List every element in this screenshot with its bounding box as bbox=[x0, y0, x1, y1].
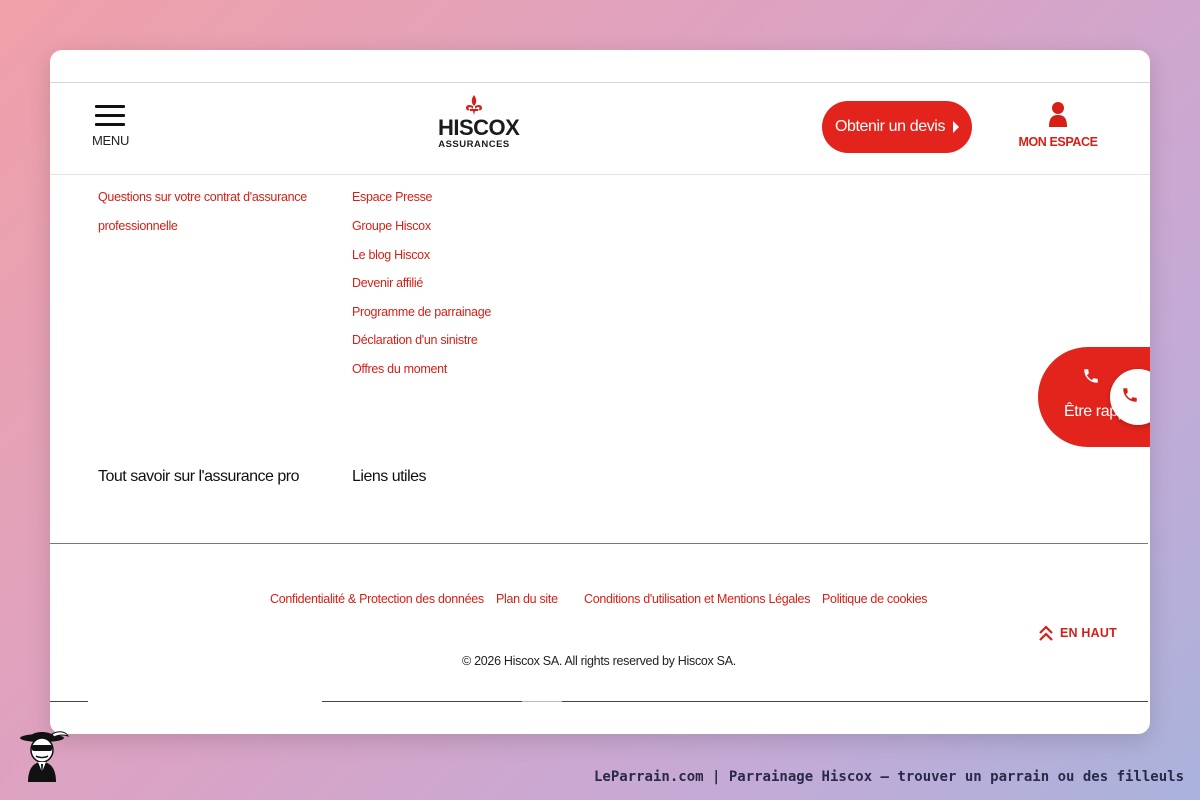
my-account-label: MON ESPACE bbox=[1018, 135, 1098, 149]
footer-link-terms[interactable]: Conditions d'utilisation et Mentions Lég… bbox=[584, 592, 810, 606]
logo-wordmark: HISCOX bbox=[438, 115, 520, 140]
footer-link-privacy[interactable]: Confidentialité & Protection des données bbox=[270, 592, 484, 606]
hamburger-icon bbox=[95, 105, 125, 108]
footer-link-claim[interactable]: Déclaration d'un sinistre bbox=[352, 333, 478, 347]
footer-link-cookies[interactable]: Politique de cookies bbox=[822, 592, 927, 606]
phone-icon bbox=[1084, 369, 1098, 383]
footer-link-blog[interactable]: Le blog Hiscox bbox=[352, 248, 430, 262]
copyright-text: © 2026 Hiscox SA. All rights reserved by… bbox=[462, 654, 736, 668]
get-quote-button[interactable]: Obtenir un devis bbox=[822, 101, 972, 153]
back-to-top-button[interactable]: EN HAUT bbox=[1038, 624, 1117, 642]
mascot-icon bbox=[20, 731, 69, 782]
menu-button[interactable]: MENU bbox=[92, 105, 130, 150]
user-icon bbox=[1049, 102, 1067, 127]
callback-button[interactable]: Être rappelé bbox=[1038, 347, 1150, 447]
back-to-top-label: EN HAUT bbox=[1060, 626, 1117, 640]
heading-useful-links[interactable]: Liens utiles bbox=[352, 468, 427, 486]
page-caption: LeParrain.com | Parrainage Hiscox — trou… bbox=[593, 769, 1184, 785]
fleur-de-lis-icon bbox=[466, 95, 482, 115]
footer-link-affiliate[interactable]: Devenir affilié bbox=[352, 276, 423, 290]
footer-link-group[interactable]: Groupe Hiscox bbox=[352, 219, 431, 233]
site-header: MENU HISCOX ASSURANCES Obtenir un devis … bbox=[50, 83, 1150, 175]
logo-subtitle: ASSURANCES bbox=[438, 139, 510, 150]
browser-card: MENU HISCOX ASSURANCES Obtenir un devis … bbox=[50, 50, 1150, 734]
arrow-right-icon bbox=[953, 121, 960, 133]
my-account-button[interactable]: MON ESPACE bbox=[1016, 101, 1100, 151]
footer-link-press[interactable]: Espace Presse bbox=[352, 190, 432, 204]
heading-insurance-info[interactable]: Tout savoir sur l'assurance pro bbox=[98, 468, 299, 486]
footer-link-contract-questions[interactable]: Questions sur votre contrat d'assurance bbox=[98, 190, 307, 204]
footer-link-sitemap[interactable]: Plan du site bbox=[496, 592, 558, 606]
footer-link-referral[interactable]: Programme de parrainage bbox=[352, 305, 491, 319]
phone-icon bbox=[1123, 388, 1137, 402]
footer-link-offers[interactable]: Offres du moment bbox=[352, 362, 447, 376]
hiscox-logo[interactable]: HISCOX ASSURANCES bbox=[438, 95, 520, 150]
menu-label: MENU bbox=[92, 133, 130, 148]
get-quote-label: Obtenir un devis bbox=[834, 118, 946, 135]
footer-divider bbox=[50, 543, 1148, 544]
double-chevron-up-icon bbox=[1039, 625, 1053, 641]
footer-link-contract-questions-cont[interactable]: professionnelle bbox=[98, 219, 178, 233]
